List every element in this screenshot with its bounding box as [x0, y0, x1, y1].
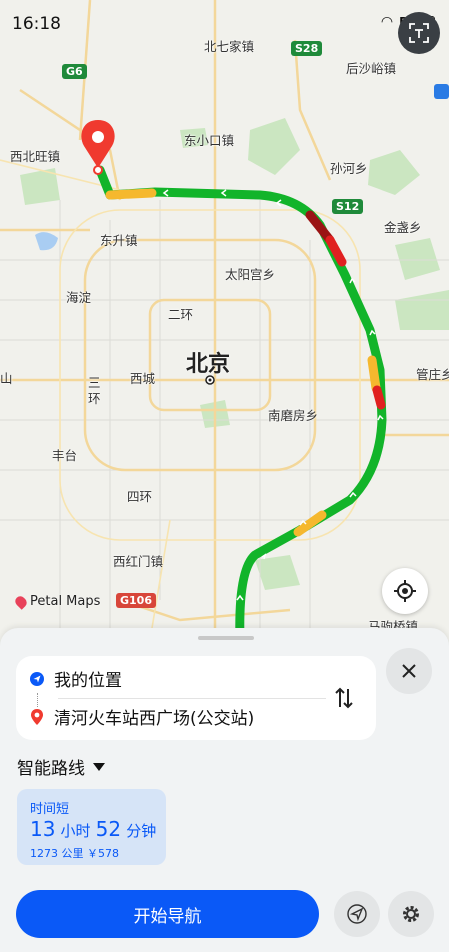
highway-shield: G106 [116, 593, 156, 608]
map-label: 南磨房乡 [268, 408, 319, 423]
navigation-arrow-icon [347, 904, 367, 924]
route-option-card[interactable]: 时间短 13 小时 52 分钟 1273 公里 ￥578 [17, 789, 166, 865]
highway-shield: G6 [62, 64, 87, 79]
settings-button[interactable] [388, 891, 434, 937]
simulate-navigation-button[interactable] [334, 891, 380, 937]
divider [58, 698, 326, 699]
map-label: 三 环 [88, 375, 101, 406]
start-navigation-button[interactable]: 开始导航 [16, 890, 319, 938]
map-label: 丰台 [52, 448, 78, 463]
route-mode-label: 智能路线 [17, 759, 85, 779]
duration-minutes: 52 [95, 817, 122, 841]
highway-shield: S12 [332, 199, 364, 214]
map-label: 西红门镇 [113, 554, 164, 569]
swap-arrows-icon [335, 687, 353, 709]
map-label: 四环 [127, 489, 153, 504]
map-label: 金盏乡 [384, 220, 422, 235]
map-label: 二环 [168, 307, 194, 322]
map-label: 太阳宫乡 [225, 267, 276, 282]
map-label: 西城 [130, 371, 156, 386]
drag-handle[interactable] [198, 636, 254, 640]
map-canvas[interactable] [0, 0, 449, 640]
status-bar: 16:18 ◠ B 29 [0, 0, 449, 48]
map-label: 孙河乡 [330, 161, 368, 176]
duration-hours: 13 [30, 817, 56, 841]
route-distance: 1273 公里 [30, 847, 84, 860]
destination-pin-icon [31, 708, 43, 725]
close-button[interactable] [386, 648, 432, 694]
destination-row[interactable]: 清河火车站西广场(公交站) [30, 704, 254, 729]
gear-icon [403, 906, 419, 922]
origin-row[interactable]: 我的位置 [30, 666, 122, 691]
origin-text: 我的位置 [54, 671, 122, 691]
my-location-button[interactable] [382, 568, 428, 614]
attribution-text: Petal Maps [30, 594, 101, 609]
map-attribution: Petal Maps [13, 593, 101, 610]
map-label: 海淀 [66, 290, 92, 305]
navigation-arrow-icon [30, 671, 44, 686]
map-label: 山 [0, 371, 13, 386]
route-panel: 我的位置 清河火车站西广场(公交站) 智能路线 时间短 13 小时 52 分钟 … [0, 628, 449, 952]
destination-text: 清河火车站西广场(公交站) [54, 709, 255, 729]
petal-logo-icon [13, 593, 29, 610]
duration-minutes-unit: 分钟 [126, 822, 157, 840]
route-meta: 1273 公里 ￥578 [30, 845, 119, 861]
crosshair-icon [394, 580, 416, 602]
map-label: 西北旺镇 [10, 149, 61, 164]
map-label: 管庄乡 [416, 367, 449, 382]
text-scan-button[interactable] [398, 12, 440, 54]
route-option-tag: 时间短 [30, 802, 70, 817]
text-scan-icon [409, 23, 429, 43]
map-label: 后沙峪镇 [346, 61, 397, 76]
swap-button[interactable] [326, 680, 362, 716]
close-icon [402, 664, 416, 678]
caret-down-icon [93, 762, 105, 771]
status-time: 16:18 [12, 14, 61, 34]
city-label: 北京 [186, 352, 231, 377]
wifi-icon: ◠ [380, 14, 394, 30]
route-cost: ￥578 [87, 847, 119, 860]
map-label: 东升镇 [100, 233, 138, 248]
route-mode-dropdown[interactable]: 智能路线 [17, 754, 105, 779]
route-duration: 13 小时 52 分钟 [30, 817, 156, 841]
duration-hours-unit: 小时 [60, 822, 91, 840]
map-label: 东小口镇 [184, 133, 235, 148]
route-endpoints-card: 我的位置 清河火车站西广场(公交站) [16, 656, 376, 740]
